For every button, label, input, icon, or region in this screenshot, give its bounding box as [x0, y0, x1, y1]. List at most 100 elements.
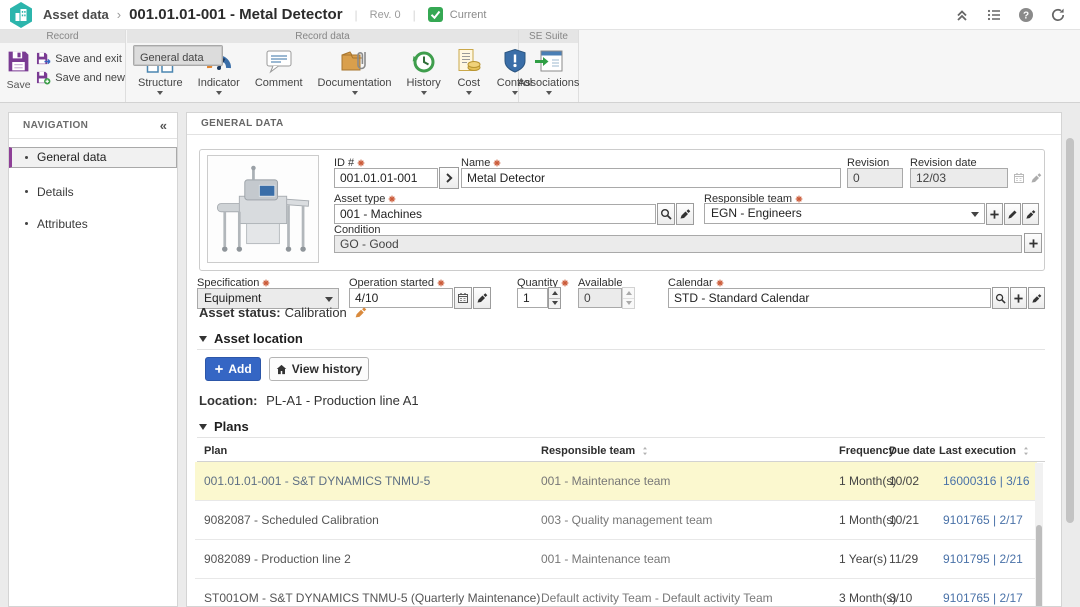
breadcrumb-app-name[interactable]: Asset data — [43, 7, 109, 22]
sort-icon — [640, 446, 650, 456]
plan-frequency: 3 Month(s) — [839, 591, 896, 605]
plan-name[interactable]: 9082089 - Production line 2 — [204, 552, 351, 566]
collapse-header-icon[interactable] — [954, 7, 970, 23]
ribbon-group-record-label: Record — [0, 30, 125, 43]
tab-history[interactable]: History — [402, 45, 446, 95]
tab-label: Indicator — [198, 77, 240, 89]
sidebar-item-general-data[interactable]: General data — [9, 147, 177, 168]
page-scrollbar-thumb[interactable] — [1066, 138, 1074, 523]
plans-table-scrollbar-thumb[interactable] — [1036, 525, 1042, 607]
calendar-search-button[interactable] — [992, 287, 1009, 309]
plans-table-scrollbar[interactable] — [1035, 463, 1043, 607]
current-checkbox-icon[interactable] — [428, 7, 443, 22]
required-icon — [357, 159, 365, 167]
menu-caret-icon — [421, 91, 427, 95]
select-arrow-icon — [325, 297, 333, 302]
tab-label: History — [407, 77, 441, 89]
required-icon — [262, 279, 270, 287]
associations-icon — [534, 48, 564, 74]
save-and-exit-label: Save and exit — [55, 53, 122, 65]
operation-started-clear-button[interactable] — [473, 287, 491, 309]
view-history-button[interactable]: View history — [269, 357, 369, 381]
operation-started-calendar-button[interactable] — [454, 287, 472, 309]
plan-last-execution-link[interactable]: 9101765 | 2/17 — [943, 513, 1023, 527]
plan-row[interactable]: ST001OM - S&T DYNAMICS TNMU-5 (Quarterly… — [195, 579, 1037, 607]
condition-add-button[interactable] — [1024, 233, 1042, 253]
name-field[interactable] — [461, 168, 841, 188]
save-and-exit-button[interactable]: Save and exit — [36, 52, 125, 66]
save-and-new-icon — [36, 71, 51, 85]
id-field[interactable] — [334, 168, 438, 188]
plan-due-date: 3/10 — [889, 591, 912, 605]
calendar-clear-button[interactable] — [1028, 287, 1045, 309]
sidebar-item-details[interactable]: Details — [9, 179, 177, 204]
history-clock-icon — [410, 48, 438, 74]
save-and-new-button[interactable]: Save and new — [36, 71, 125, 85]
tab-cost[interactable]: Cost — [451, 45, 487, 95]
plan-last-execution-link[interactable]: 16000316 | 3/16 — [943, 474, 1030, 488]
calendar-field[interactable] — [668, 288, 991, 308]
asset-photo — [207, 155, 319, 263]
location-value: PL-A1 - Production line A1 — [266, 393, 418, 408]
page-title: 001.01.01-001 - Metal Detector — [129, 6, 342, 23]
required-icon — [493, 159, 501, 167]
plan-row[interactable]: 001.01.01-001 - S&T DYNAMICS TNMU-5 001 … — [195, 462, 1037, 501]
responsible-team-add-button[interactable] — [986, 203, 1003, 225]
responsible-team-select[interactable]: EGN - Engineers — [704, 203, 985, 224]
plan-name[interactable]: 9082087 - Scheduled Calibration — [204, 513, 379, 527]
responsible-team-edit-button[interactable] — [1004, 203, 1021, 225]
section-divider — [197, 437, 1045, 438]
available-field — [578, 288, 622, 308]
required-icon — [561, 279, 569, 287]
column-header-plan[interactable]: Plan — [204, 445, 227, 457]
plan-due-date: 10/02 — [889, 474, 919, 488]
calendar-add-button[interactable] — [1010, 287, 1027, 309]
plan-last-execution-link[interactable]: 9101795 | 2/21 — [943, 552, 1023, 566]
responsible-team-clear-button[interactable] — [1022, 203, 1039, 225]
asset-type-field[interactable] — [334, 204, 656, 224]
ribbon-group-record-data-label: Record data — [127, 30, 518, 43]
sort-icon — [1021, 446, 1031, 456]
plan-row[interactable]: 9082087 - Scheduled Calibration 003 - Qu… — [195, 501, 1037, 540]
quantity-field[interactable] — [517, 288, 548, 308]
plan-last-execution-link[interactable]: 9101765 | 2/17 — [943, 591, 1023, 605]
column-header-last-execution[interactable]: Last execution — [939, 445, 1031, 457]
asset-data-screen: Asset data › 001.01.01-001 - Metal Detec… — [0, 0, 1080, 607]
plan-link[interactable]: 001.01.01-001 - S&T DYNAMICS TNMU-5 — [204, 474, 430, 488]
condition-field — [334, 235, 1022, 253]
bullet-icon — [25, 190, 28, 193]
quantity-stepper[interactable] — [548, 287, 561, 309]
menu-caret-icon — [157, 91, 163, 95]
plan-name[interactable]: ST001OM - S&T DYNAMICS TNMU-5 (Quarterly… — [204, 591, 540, 605]
collapse-triangle-icon — [199, 424, 207, 430]
add-location-button[interactable]: Add — [205, 357, 261, 381]
column-header-due-date[interactable]: Due date — [889, 445, 935, 457]
asset-type-clear-button[interactable] — [676, 203, 694, 225]
tab-general-data[interactable]: General data — [133, 45, 223, 66]
open-record-button[interactable] — [439, 167, 459, 189]
plan-row[interactable]: 9082089 - Production line 2 001 - Mainte… — [195, 540, 1037, 579]
sidebar-item-attributes[interactable]: Attributes — [9, 211, 177, 236]
top-bar: Asset data › 001.01.01-001 - Metal Detec… — [0, 0, 1080, 30]
asset-status-edit-icon[interactable] — [354, 306, 367, 319]
app-logo-icon — [8, 1, 34, 29]
column-header-frequency[interactable]: Frequency — [839, 445, 895, 457]
save-button[interactable]: Save — [5, 45, 32, 91]
required-icon — [437, 279, 445, 287]
associations-button[interactable]: Associations — [513, 45, 585, 95]
refresh-icon[interactable] — [1050, 7, 1066, 23]
index-list-icon[interactable] — [986, 7, 1002, 23]
plans-section-header[interactable]: Plans — [199, 419, 249, 434]
asset-status-value: Calibration — [285, 305, 347, 320]
asset-type-search-button[interactable] — [657, 203, 675, 225]
help-icon[interactable]: ? — [1018, 7, 1034, 23]
column-header-team[interactable]: Responsible team — [541, 445, 650, 457]
location-line: Location: PL-A1 - Production line A1 — [199, 393, 419, 408]
required-icon — [388, 195, 396, 203]
sidebar-collapse-icon[interactable]: « — [160, 118, 167, 133]
tab-documentation[interactable]: Documentation — [313, 45, 397, 95]
tab-comment[interactable]: Comment — [250, 45, 308, 95]
plan-frequency: 1 Year(s) — [839, 552, 887, 566]
asset-location-section-header[interactable]: Asset location — [199, 331, 303, 346]
select-arrow-icon — [971, 212, 979, 217]
